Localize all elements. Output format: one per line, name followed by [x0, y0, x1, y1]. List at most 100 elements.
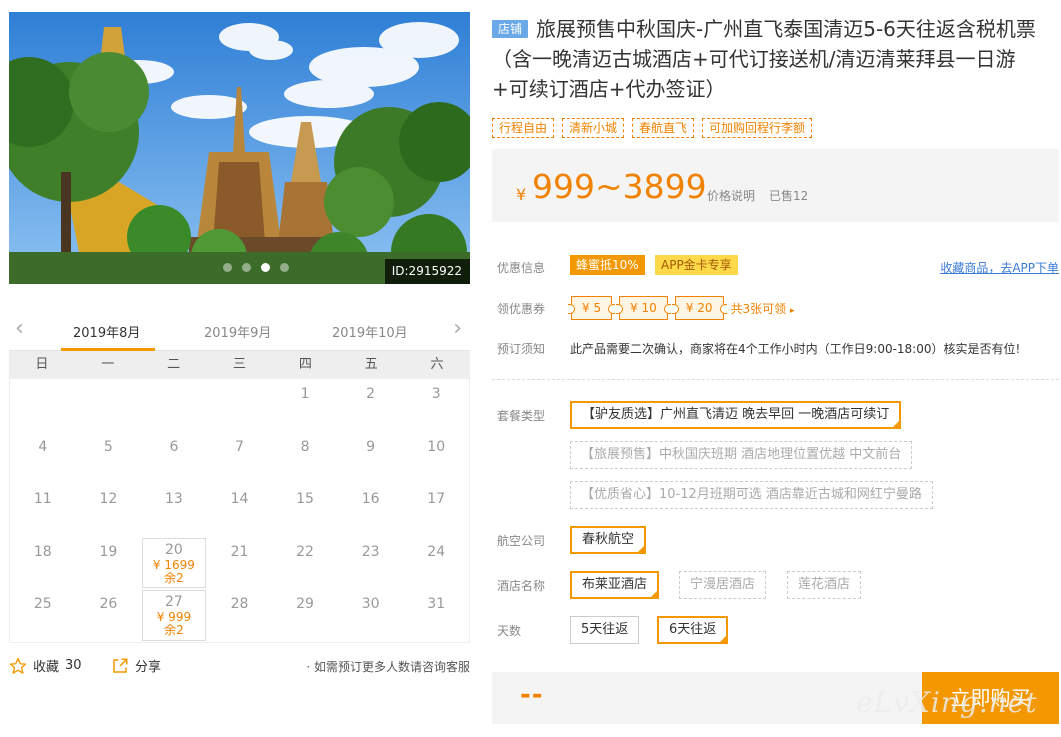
calendar-day-number: 26 [99, 596, 118, 613]
calendar-day-number: 31 [427, 596, 446, 613]
favorite-button[interactable]: 收藏 30 [9, 656, 82, 675]
calendar-day: 9 [338, 432, 404, 485]
days-label: 天数 [497, 624, 522, 638]
booking-notice-row: 预订须知 此产品需要二次确认，商家将在4个工作小时内（工作日9:00-18:00… [497, 340, 1057, 358]
calendar-day: 29 [272, 589, 338, 642]
airline-label: 航空公司 [497, 534, 546, 548]
product-tag: 可加购回程行李额 [702, 118, 813, 138]
calendar-empty-cell [141, 379, 207, 432]
star-icon [9, 657, 27, 674]
calendar-grid: 1 2 3 4 5 6 7 8 9 10 11 12 13 14 15 16 17 18 19 20 ¥ 1699 余2 2… [9, 379, 470, 643]
calendar-day: 1 [272, 379, 338, 432]
calendar-day-number: 16 [361, 491, 380, 508]
calendar-day: 18 [10, 537, 76, 590]
calendar-day: 22 [272, 537, 338, 590]
carousel-dot[interactable] [280, 263, 289, 272]
hotel-option[interactable]: 莲花酒店 [787, 571, 862, 599]
coupon-row: 领优惠券 ¥ 5 ¥ 10 ¥ 20 共3张可领 ▸ [497, 296, 917, 322]
coupon-5[interactable]: ¥ 5 [567, 296, 616, 320]
product-hero-image[interactable]: ID:2915922 [9, 12, 470, 284]
product-title: 店铺 旅展预售中秋国庆-广州直飞泰国清迈5-6天往返含税机票（含一晚清迈古城酒店+… [492, 14, 1052, 104]
calendar-day-number: 29 [296, 596, 314, 613]
calendar-day-number: 20 [165, 541, 183, 558]
calendar-day-available[interactable]: 27 ¥ 999 余2 [142, 590, 206, 641]
product-id-badge: ID:2915922 [384, 259, 470, 284]
prev-month-icon[interactable]: ‹ [15, 318, 24, 340]
hotel-label: 酒店名称 [497, 579, 546, 593]
coupon-label: 领优惠券 [497, 302, 546, 316]
discount-row: 优惠信息 蜂蜜抵10% APP金卡专享 收藏商品，去APP下单 [497, 255, 1059, 278]
calendar-day-number: 30 [361, 596, 380, 613]
product-tag: 行程自由 [492, 118, 555, 138]
carousel-dot[interactable] [223, 263, 232, 272]
next-month-icon[interactable]: › [453, 318, 462, 340]
calendar-day-number: 5 [103, 438, 113, 455]
calendar-day: 10 [403, 432, 469, 485]
hotel-option[interactable]: 宁漫居酒店 [679, 571, 767, 599]
coupon-list: ¥ 5 ¥ 10 ¥ 20 共3张可领 ▸ [567, 296, 795, 320]
calendar-day-number: 23 [361, 543, 380, 560]
airline-option-selected[interactable]: 春秋航空 [570, 526, 647, 554]
calendar-day-available[interactable]: 20 ¥ 1699 余2 [142, 537, 206, 589]
calendar-day-number: 12 [99, 491, 118, 508]
calendar-day-number: 9 [366, 438, 376, 455]
calendar-day: 7 [207, 432, 273, 485]
tab-month-sep[interactable]: 2019年9月 [204, 322, 271, 341]
currency-symbol: ¥ [516, 185, 527, 204]
price-range: 999~3899 [532, 167, 707, 206]
discount-label: 优惠信息 [497, 261, 546, 275]
buy-now-button[interactable]: 立即购买 [922, 672, 1059, 724]
days-option[interactable]: 5天往返 [570, 616, 640, 644]
section-divider [492, 379, 1059, 380]
weekday-header: 日 一 二 三 四 五 六 [9, 351, 470, 379]
calendar-day-number: 28 [230, 596, 249, 613]
calendar-day-number: 19 [99, 543, 118, 560]
departure-calendar: ‹ 2019年8月 2019年9月 2019年10月 › 日 一 二 三 四 五… [9, 314, 470, 643]
hotel-option-selected[interactable]: 布莱亚酒店 [570, 571, 660, 599]
calendar-day: 23 [338, 537, 404, 590]
calendar-day-number: 4 [38, 438, 48, 455]
calendar-day: 30 [338, 589, 404, 642]
month-nav: ‹ 2019年8月 2019年9月 2019年10月 › [9, 314, 470, 351]
calendar-day-remaining: 余2 [164, 623, 184, 638]
package-option[interactable]: 【优质省心】10-12月班期可选 酒店靠近古城和网红宁曼路 [570, 481, 933, 509]
coupon-20[interactable]: ¥ 20 [671, 296, 727, 320]
weekday-label: 日 [35, 357, 49, 372]
days-option-selected[interactable]: 6天往返 [657, 616, 729, 644]
carousel-dot[interactable] [242, 263, 251, 272]
total-price: -- [520, 680, 544, 710]
caret-right-icon: ▸ [790, 305, 795, 316]
carousel-dot-active[interactable] [261, 263, 270, 272]
package-option-selected[interactable]: 【驴友质选】广州直飞清迈 晚去早回 一晚酒店可续订 [570, 401, 902, 429]
tab-month-oct[interactable]: 2019年10月 [332, 322, 408, 341]
calendar-day-number: 18 [33, 543, 52, 560]
calendar-day-number: 13 [165, 491, 183, 508]
calendar-day: 13 [141, 484, 207, 537]
calendar-day-number: 1 [300, 386, 310, 402]
calendar-day: 12 [76, 484, 142, 537]
calendar-day: 5 [76, 432, 142, 485]
more-coupons-link[interactable]: 共3张可领 ▸ [731, 300, 795, 317]
share-button[interactable]: 分享 [111, 656, 161, 675]
carousel-dots [223, 263, 289, 272]
calendar-day: 31 [403, 589, 469, 642]
purchase-bar: -- 立即购买 [492, 672, 1059, 724]
calendar-day-number: 14 [230, 491, 249, 508]
calendar-day-price: ¥ 1699 [152, 557, 195, 572]
price-explain-link[interactable]: 价格说明 [707, 187, 755, 204]
weekday-label: 三 [232, 357, 246, 372]
calendar-day-number: 22 [296, 543, 314, 560]
calendar-day-number: 7 [235, 438, 244, 455]
calendar-day: 17 [403, 484, 469, 537]
calendar-empty-cell [76, 379, 142, 432]
tab-month-aug[interactable]: 2019年8月 [73, 322, 140, 341]
calendar-day: 3 [403, 379, 469, 432]
calendar-day-remaining: 余2 [164, 570, 184, 585]
package-option[interactable]: 【旅展预售】中秋国庆班期 酒店地理位置优越 中文前台 [570, 441, 913, 469]
package-label: 套餐类型 [497, 409, 546, 423]
coupon-10[interactable]: ¥ 10 [616, 296, 671, 320]
app-order-link[interactable]: 收藏商品，去APP下单 [940, 259, 1059, 276]
temple-photo [9, 12, 470, 284]
weekday-label: 五 [364, 357, 378, 372]
calendar-day-number: 24 [427, 543, 446, 560]
